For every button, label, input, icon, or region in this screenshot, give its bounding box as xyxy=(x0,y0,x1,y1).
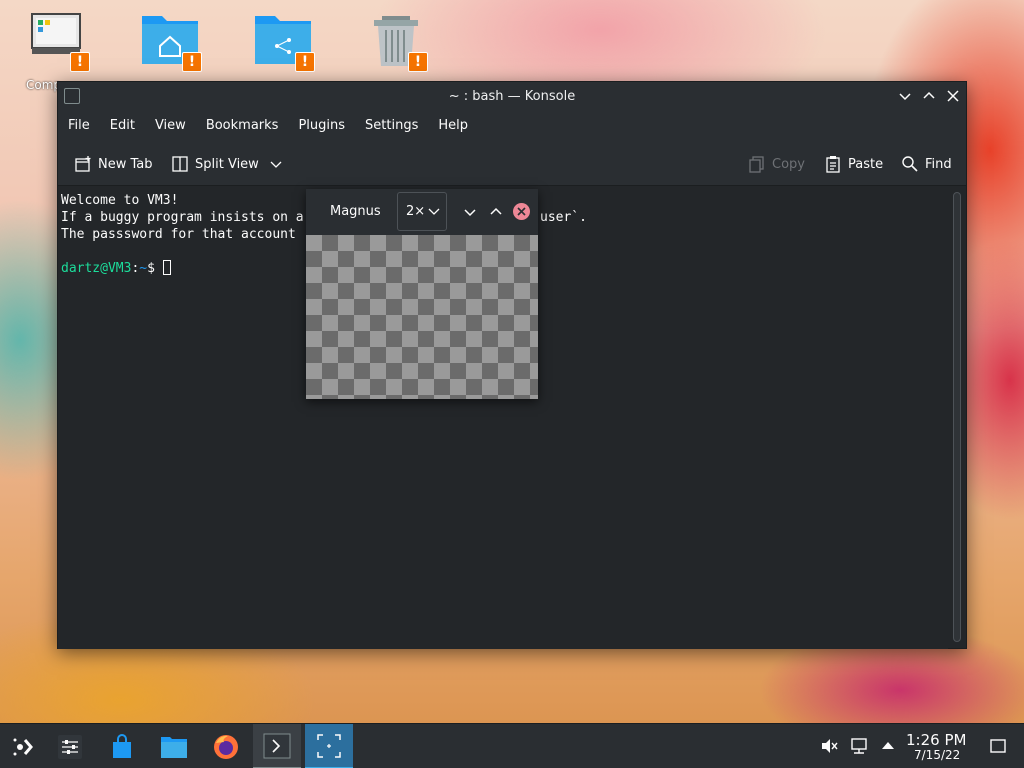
chevron-down-icon[interactable] xyxy=(269,157,283,171)
split-view-button[interactable]: Split View xyxy=(171,150,289,178)
network-wired-icon[interactable] xyxy=(849,736,869,756)
close-icon xyxy=(517,207,526,216)
new-tab-icon xyxy=(75,156,91,172)
warning-badge-icon: ! xyxy=(295,52,315,72)
settings-sliders-icon xyxy=(58,734,82,759)
taskbar xyxy=(0,723,1024,768)
paste-label: Paste xyxy=(848,156,884,172)
folder-icon xyxy=(161,736,187,758)
prompt-symbol: $ xyxy=(147,261,155,276)
copy-button[interactable]: Copy xyxy=(748,150,805,178)
clock-date[interactable]: 7/15/22 xyxy=(914,748,960,762)
find-label: Find xyxy=(925,156,952,172)
volume-muted-icon[interactable] xyxy=(819,736,839,756)
firefox-icon xyxy=(214,734,238,759)
close-button[interactable] xyxy=(513,203,530,220)
find-button[interactable]: Find xyxy=(901,150,952,178)
copy-label: Copy xyxy=(772,156,805,172)
clock-time[interactable]: 1:26 PM xyxy=(906,731,966,749)
konsole-app-icon xyxy=(64,88,80,104)
close-icon[interactable] xyxy=(944,87,962,105)
prompt-user: dartz@VM3 xyxy=(61,261,132,276)
menu-bookmarks[interactable]: Bookmarks xyxy=(196,110,289,142)
paste-icon xyxy=(826,156,840,173)
copy-icon xyxy=(749,156,764,173)
split-view-label: Split View xyxy=(195,156,259,172)
zoom-select[interactable]: 2× xyxy=(397,192,447,231)
magnus-window: Magnus 2× xyxy=(306,189,538,399)
zoom-value: 2× xyxy=(406,204,426,219)
system-settings-task[interactable] xyxy=(46,724,94,768)
network-folder-desktop-icon[interactable]: ! xyxy=(253,10,317,72)
computer-desktop-label: Comp xyxy=(26,78,62,92)
discover-task[interactable] xyxy=(98,724,146,768)
file-manager-task[interactable] xyxy=(150,724,198,768)
split-view-icon xyxy=(172,156,188,172)
window-title: ~ : bash — Konsole xyxy=(448,88,576,104)
new-tab-button[interactable]: New Tab xyxy=(74,150,153,178)
menu-file[interactable]: File xyxy=(58,110,100,142)
menu-bar: File Edit View Bookmarks Plugins Setting… xyxy=(58,110,966,142)
steamdeck-launcher-icon xyxy=(13,738,33,755)
menu-edit[interactable]: Edit xyxy=(100,110,145,142)
menu-view[interactable]: View xyxy=(145,110,196,142)
chevron-down-icon xyxy=(428,208,440,215)
title-bar[interactable]: ~ : bash — Konsole xyxy=(58,82,966,110)
maximize-icon[interactable] xyxy=(920,87,938,105)
terminal-icon xyxy=(263,733,291,758)
trash-desktop-icon[interactable]: ! xyxy=(366,10,430,72)
menu-settings[interactable]: Settings xyxy=(355,110,428,142)
firefox-task[interactable] xyxy=(202,724,250,768)
paste-button[interactable]: Paste xyxy=(824,150,883,178)
terminal-line-tail: user`. xyxy=(540,210,587,225)
new-tab-label: New Tab xyxy=(98,156,153,172)
computer-desktop-icon[interactable]: ! xyxy=(28,10,92,72)
toolbar: New Tab Split View Copy Paste Find xyxy=(58,142,966,186)
terminal-scrollbar[interactable] xyxy=(953,192,961,642)
menu-help[interactable]: Help xyxy=(428,110,478,142)
prompt-path: ~ xyxy=(139,261,148,276)
minimize-icon[interactable] xyxy=(896,87,914,105)
spectacle-task[interactable] xyxy=(305,724,353,768)
menu-plugins[interactable]: Plugins xyxy=(288,110,355,142)
chevron-up-icon[interactable] xyxy=(878,736,898,756)
magnified-view xyxy=(306,235,538,399)
screenshot-region-icon xyxy=(317,733,341,758)
text-cursor xyxy=(162,260,171,275)
magnus-header[interactable]: Magnus 2× xyxy=(306,189,538,235)
warning-badge-icon: ! xyxy=(70,52,90,72)
terminal-line-text: If a buggy program insists on a xyxy=(61,210,304,225)
maximize-icon[interactable] xyxy=(487,203,505,221)
konsole-task[interactable] xyxy=(253,724,301,768)
warning-badge-icon: ! xyxy=(408,52,428,72)
shopping-bag-icon xyxy=(113,733,131,758)
magnus-title: Magnus xyxy=(330,204,381,219)
app-launcher-button[interactable] xyxy=(0,724,48,768)
minimize-icon[interactable] xyxy=(461,203,479,221)
search-icon xyxy=(902,156,918,172)
home-folder-desktop-icon[interactable]: ! xyxy=(140,10,204,72)
warning-badge-icon: ! xyxy=(182,52,202,72)
show-desktop-icon[interactable] xyxy=(988,736,1008,756)
